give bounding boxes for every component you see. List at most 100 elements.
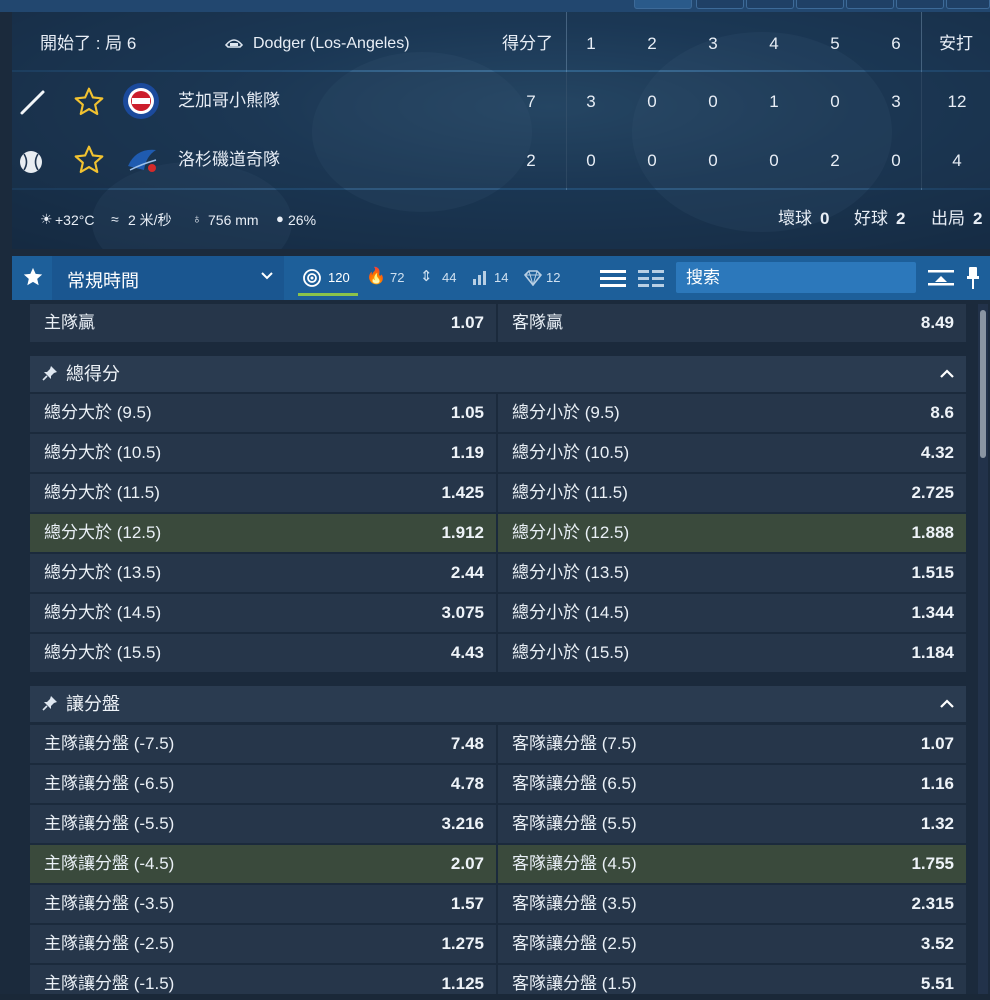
outcome-label: 主隊贏 bbox=[44, 313, 95, 332]
odds-button-under[interactable]: 總分小於 (10.5) 4.32 bbox=[498, 434, 966, 472]
market-row: 總分大於 (10.5) 1.19 總分小於 (10.5) 4.32 bbox=[28, 434, 968, 472]
outcome-label: 總分大於 (14.5) bbox=[44, 603, 162, 622]
odds-value: 4.32 bbox=[920, 443, 954, 462]
stadium-name: Dodger (Los-Angeles) bbox=[253, 35, 410, 52]
odds-value: 1.57 bbox=[450, 894, 484, 913]
top-tab[interactable] bbox=[746, 0, 794, 9]
odds-button-over[interactable]: 總分大於 (11.5) 1.425 bbox=[30, 474, 496, 512]
filter-count: 120 bbox=[328, 270, 350, 285]
balls-label: 壞球 bbox=[778, 209, 812, 228]
cubs-logo bbox=[122, 82, 160, 125]
outs-label: 出局 bbox=[931, 209, 965, 228]
top-tab[interactable] bbox=[634, 0, 692, 9]
odds-button-over[interactable]: 主隊讓分盤 (-3.5) 1.57 bbox=[30, 885, 496, 923]
odds-value: 3.52 bbox=[920, 934, 954, 953]
inning-score: 0 bbox=[891, 151, 901, 170]
outcome-label: 總分大於 (15.5) bbox=[44, 643, 162, 662]
outcome-label: 客隊讓分盤 (7.5) bbox=[512, 734, 637, 753]
odds-value: 1.888 bbox=[911, 523, 954, 542]
odds-value: 1.912 bbox=[441, 523, 484, 542]
outcome-label: 主隊讓分盤 (-6.5) bbox=[44, 774, 175, 793]
top-tab[interactable] bbox=[896, 0, 944, 9]
scrollbar-thumb[interactable] bbox=[980, 310, 986, 458]
top-tab[interactable] bbox=[846, 0, 894, 9]
favorite-star-icon[interactable] bbox=[73, 144, 105, 181]
filter-popular[interactable]: 🔥 72 bbox=[364, 256, 414, 300]
odds-button-over[interactable]: 總分大於 (12.5) 1.912 bbox=[30, 514, 496, 552]
odds-button-over[interactable]: 主隊讓分盤 (-5.5) 3.216 bbox=[30, 805, 496, 843]
odds-button-over[interactable]: 總分大於 (15.5) 4.43 bbox=[30, 634, 496, 672]
outcome-label: 總分大於 (9.5) bbox=[44, 403, 152, 422]
odds-button-under[interactable]: 客隊讓分盤 (5.5) 1.32 bbox=[498, 805, 966, 843]
inning-score: 0 bbox=[647, 151, 657, 170]
odds-button-under[interactable]: 總分小於 (9.5) 8.6 bbox=[498, 394, 966, 432]
team-hits: 12 bbox=[947, 92, 967, 111]
market-row-winner: 主隊贏 1.07 客隊贏 8.49 bbox=[28, 304, 968, 342]
market-row: 主隊讓分盤 (-5.5) 3.216 客隊讓分盤 (5.5) 1.32 bbox=[28, 805, 968, 843]
filter-stats[interactable]: 14 bbox=[470, 256, 522, 300]
odds-button-home[interactable]: 主隊贏 1.07 bbox=[30, 304, 496, 342]
odds-value: 1.07 bbox=[450, 313, 484, 332]
top-tab[interactable] bbox=[946, 0, 990, 9]
odds-button-over[interactable]: 總分大於 (14.5) 3.075 bbox=[30, 594, 496, 632]
odds-button-over[interactable]: 主隊讓分盤 (-2.5) 1.275 bbox=[30, 925, 496, 963]
list-view-icon[interactable] bbox=[600, 268, 626, 293]
odds-button-under[interactable]: 總分小於 (15.5) 1.184 bbox=[498, 634, 966, 672]
top-tab[interactable] bbox=[796, 0, 844, 9]
odds-button-under[interactable]: 總分小於 (14.5) 1.344 bbox=[498, 594, 966, 632]
chevron-up-icon[interactable] bbox=[938, 695, 956, 718]
pin-icon[interactable] bbox=[42, 695, 58, 716]
grid-view-icon[interactable] bbox=[638, 268, 664, 293]
section-header-handicap[interactable]: 讓分盤 bbox=[30, 686, 966, 722]
odds-button-over[interactable]: 主隊讓分盤 (-7.5) 7.48 bbox=[30, 725, 496, 763]
odds-button-under[interactable]: 總分小於 (11.5) 2.725 bbox=[498, 474, 966, 512]
pin-icon[interactable] bbox=[966, 266, 980, 295]
odds-button-under[interactable]: 客隊讓分盤 (4.5) 1.755 bbox=[498, 845, 966, 883]
odds-button-over[interactable]: 主隊讓分盤 (-6.5) 4.78 bbox=[30, 765, 496, 803]
search-input[interactable] bbox=[676, 262, 916, 293]
odds-button-under[interactable]: 客隊讓分盤 (6.5) 1.16 bbox=[498, 765, 966, 803]
section-title: 讓分盤 bbox=[66, 694, 120, 714]
section-header-total[interactable]: 總得分 bbox=[30, 356, 966, 392]
wind-icon: ≈ bbox=[111, 211, 119, 227]
outcome-label: 主隊讓分盤 (-5.5) bbox=[44, 814, 175, 833]
favorite-star-icon[interactable] bbox=[73, 86, 105, 123]
odds-button-under[interactable]: 客隊讓分盤 (3.5) 2.315 bbox=[498, 885, 966, 923]
outcome-label: 總分大於 (10.5) bbox=[44, 443, 162, 462]
odds-button-over[interactable]: 主隊讓分盤 (-4.5) 2.07 bbox=[30, 845, 496, 883]
chevron-up-icon[interactable] bbox=[938, 365, 956, 388]
inning-header: 4 bbox=[769, 34, 779, 53]
odds-value: 1.32 bbox=[920, 814, 954, 833]
outcome-label: 客隊贏 bbox=[512, 313, 563, 332]
collapse-all-icon[interactable] bbox=[928, 268, 954, 293]
odds-button-under[interactable]: 總分小於 (12.5) 1.888 bbox=[498, 514, 966, 552]
odds-button-under[interactable]: 客隊讓分盤 (7.5) 1.07 bbox=[498, 725, 966, 763]
fire-icon: 🔥 bbox=[366, 268, 386, 285]
outcome-label: 總分小於 (9.5) bbox=[512, 403, 620, 422]
odds-button-under[interactable]: 客隊讓分盤 (2.5) 3.52 bbox=[498, 925, 966, 963]
market-row: 主隊讓分盤 (-6.5) 4.78 客隊讓分盤 (6.5) 1.16 bbox=[28, 765, 968, 803]
balls-count: 0 bbox=[820, 209, 830, 228]
humidity-icon: ● bbox=[276, 211, 284, 226]
odds-button-over[interactable]: 總分大於 (13.5) 2.44 bbox=[30, 554, 496, 592]
outcome-label: 客隊讓分盤 (4.5) bbox=[512, 854, 637, 873]
outcome-label: 主隊讓分盤 (-2.5) bbox=[44, 934, 175, 953]
filter-all[interactable]: 120 bbox=[298, 256, 360, 300]
pin-icon[interactable] bbox=[42, 365, 58, 386]
search-box bbox=[676, 262, 916, 293]
wind-speed: 2 米/秒 bbox=[128, 212, 172, 228]
bottom-bar bbox=[0, 994, 990, 1000]
filter-totals[interactable]: ⇕ 44 bbox=[418, 256, 468, 300]
favorites-star-icon[interactable] bbox=[22, 266, 44, 293]
inning-header: 6 bbox=[891, 34, 901, 53]
odds-button-under[interactable]: 總分小於 (13.5) 1.515 bbox=[498, 554, 966, 592]
odds-value: 8.6 bbox=[930, 403, 954, 422]
top-tab[interactable] bbox=[696, 0, 744, 9]
outcome-label: 客隊讓分盤 (2.5) bbox=[512, 934, 637, 953]
filter-specials[interactable]: 12 bbox=[522, 256, 576, 300]
odds-button-over[interactable]: 總分大於 (9.5) 1.05 bbox=[30, 394, 496, 432]
odds-button-over[interactable]: 總分大於 (10.5) 1.19 bbox=[30, 434, 496, 472]
odds-button-away[interactable]: 客隊贏 8.49 bbox=[498, 304, 966, 342]
dodgers-logo bbox=[122, 140, 162, 185]
period-select[interactable]: 常規時間 bbox=[52, 256, 284, 300]
